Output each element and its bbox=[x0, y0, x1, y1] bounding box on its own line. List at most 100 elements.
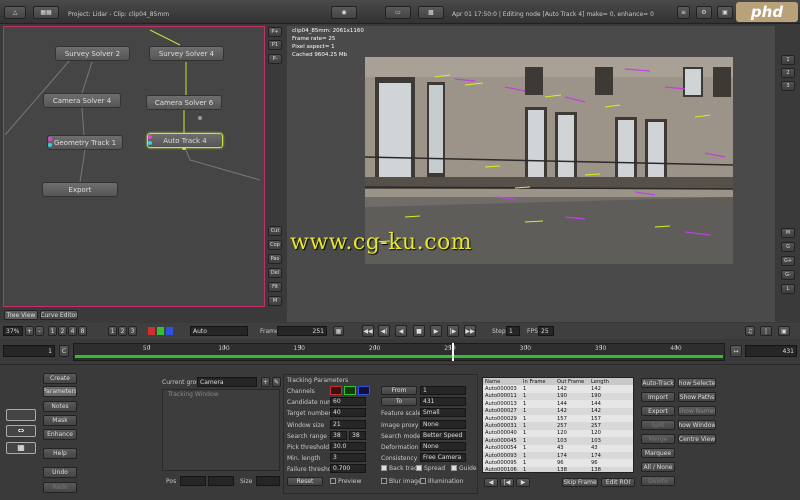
zoom-8-button[interactable]: 8 bbox=[78, 326, 87, 336]
tab-tree-view[interactable]: Tree View bbox=[4, 310, 38, 320]
blur-image-checkbox[interactable] bbox=[381, 478, 387, 484]
group-add-button[interactable]: + bbox=[261, 377, 270, 387]
table-row[interactable]: Auto000027 1 142 142 bbox=[483, 407, 633, 415]
table-row[interactable]: Auto000040 1 120 120 bbox=[483, 430, 633, 437]
fullscreen-icon[interactable]: ▣ bbox=[778, 326, 790, 336]
pos-x-field[interactable] bbox=[180, 476, 206, 486]
spread-checkbox[interactable] bbox=[416, 465, 422, 471]
export-button[interactable]: Export bbox=[641, 406, 675, 416]
side-btn-p-minus[interactable]: P- bbox=[268, 54, 282, 64]
side-btn-p1[interactable]: P1 bbox=[268, 40, 282, 50]
illumination-checkbox[interactable] bbox=[420, 478, 426, 484]
skip-frame-button[interactable]: Skip Frame bbox=[562, 478, 598, 487]
zoom-4-button[interactable]: 4 bbox=[68, 326, 77, 336]
view-btn-2[interactable]: 2 bbox=[781, 68, 795, 78]
table-row[interactable]: Auto000054 1 43 43 bbox=[483, 445, 633, 452]
seq-2-button[interactable]: 2 bbox=[118, 326, 127, 336]
centre-view-button[interactable]: Centre View bbox=[678, 434, 716, 444]
next-key-button[interactable]: |▶ bbox=[447, 325, 459, 337]
view-btn-g[interactable]: G bbox=[781, 242, 795, 252]
col-header-out[interactable]: Out Frame bbox=[555, 378, 589, 385]
preview-checkbox[interactable] bbox=[330, 478, 336, 484]
channel-r-toggle[interactable] bbox=[330, 386, 342, 395]
table-row[interactable]: Auto000011 1 190 190 bbox=[483, 392, 633, 401]
all-none-button[interactable]: All / None bbox=[641, 462, 675, 472]
parameters-button[interactable]: Parameters bbox=[43, 386, 77, 397]
redo-button[interactable]: Redo bbox=[43, 482, 77, 493]
fps-field[interactable]: 25 bbox=[538, 326, 554, 336]
search-range-b-field[interactable]: 38 bbox=[349, 431, 366, 440]
help-button[interactable]: Help bbox=[43, 448, 77, 459]
from-button[interactable]: From bbox=[381, 386, 417, 395]
table-prev-button[interactable]: ◀ bbox=[484, 478, 498, 487]
show-windows-button[interactable]: Show Windows bbox=[678, 420, 716, 430]
zoom-minus-button[interactable]: - bbox=[35, 326, 44, 336]
node-survey-solver-2[interactable]: Survey Solver 2 bbox=[55, 46, 130, 61]
view-btn-g-plus[interactable]: G+ bbox=[781, 256, 795, 266]
to-button[interactable]: To bbox=[381, 397, 417, 406]
timeline-end-field[interactable]: 431 bbox=[745, 345, 797, 357]
view-btn-3[interactable]: 3 bbox=[781, 81, 795, 91]
channel-green-icon[interactable] bbox=[157, 327, 164, 335]
side-btn-m[interactable]: M bbox=[268, 296, 282, 306]
side-btn-paste[interactable]: Pas bbox=[268, 254, 282, 264]
view-btn-1[interactable]: 1 bbox=[781, 55, 795, 65]
settings-icon[interactable]: ⚙ bbox=[696, 6, 712, 19]
failure-threshold-field[interactable]: 0.700 bbox=[330, 464, 366, 473]
timeline-end-button[interactable]: ↦ bbox=[730, 345, 742, 357]
view-btn-m[interactable]: M bbox=[781, 228, 795, 238]
channel-blue-icon[interactable] bbox=[166, 327, 173, 335]
back-track-checkbox[interactable] bbox=[381, 465, 387, 471]
consistency-select[interactable]: Free Camera bbox=[420, 453, 466, 462]
table-row[interactable]: Auto000106 1 138 138 bbox=[483, 466, 633, 472]
table-first-button[interactable]: |◀ bbox=[500, 478, 514, 487]
channel-g-toggle[interactable] bbox=[344, 386, 356, 395]
split-button[interactable]: Split bbox=[641, 420, 675, 430]
zoom-2-button[interactable]: 2 bbox=[58, 326, 67, 336]
timeline-start-button[interactable]: C bbox=[59, 345, 69, 357]
step-field[interactable]: 1 bbox=[506, 326, 520, 336]
node-auto-track-4[interactable]: Auto Track 4 bbox=[147, 133, 223, 148]
to-field[interactable]: 431 bbox=[420, 397, 466, 406]
node-geometry-track-1[interactable]: Geometry Track 1 bbox=[47, 135, 123, 150]
first-frame-button[interactable]: ◀◀ bbox=[362, 325, 374, 337]
last-frame-button[interactable]: ▶▶ bbox=[464, 325, 476, 337]
min-length-field[interactable]: 3 bbox=[330, 453, 366, 462]
film-view-button[interactable]: ▭ bbox=[385, 6, 411, 19]
step-back-button[interactable]: ◀ bbox=[395, 325, 407, 337]
notes-button[interactable]: Notes bbox=[43, 401, 77, 412]
tab-curve-editor[interactable]: Curve Editor bbox=[40, 310, 78, 320]
search-range-a-field[interactable]: 38 bbox=[330, 431, 347, 440]
side-btn-fit[interactable]: Fit bbox=[268, 282, 282, 292]
col-header-name[interactable]: Name bbox=[483, 378, 521, 385]
node-survey-solver-4[interactable]: Survey Solver 4 bbox=[149, 46, 224, 61]
tool-grid-icon[interactable]: ▦ bbox=[6, 442, 36, 454]
mask-button[interactable]: Mask bbox=[43, 415, 77, 426]
channel-b-toggle[interactable] bbox=[358, 386, 370, 395]
pos-y-field[interactable] bbox=[208, 476, 234, 486]
edit-roi-button[interactable]: Edit ROI bbox=[601, 478, 635, 487]
playhead[interactable] bbox=[452, 343, 454, 361]
side-btn-cut[interactable]: Cut bbox=[268, 226, 282, 236]
table-row[interactable]: Auto000093 1 174 174 bbox=[483, 451, 633, 460]
side-btn-copy[interactable]: Cop bbox=[268, 240, 282, 250]
prev-key-button[interactable]: ◀| bbox=[378, 325, 390, 337]
table-next-button[interactable]: ▶ bbox=[516, 478, 530, 487]
candidate-field[interactable]: 60 bbox=[330, 397, 366, 406]
tool-path-icon[interactable]: ⇔ bbox=[6, 425, 36, 437]
group-edit-button[interactable]: ✎ bbox=[272, 377, 281, 387]
zoom-field[interactable]: 37% bbox=[3, 326, 23, 336]
deformation-select[interactable]: None bbox=[420, 442, 466, 451]
tool-slider-icon[interactable] bbox=[6, 409, 36, 421]
table-row[interactable]: Auto000045 1 103 103 bbox=[483, 437, 633, 445]
timeline[interactable] bbox=[73, 343, 725, 361]
create-button[interactable]: Create bbox=[43, 373, 77, 384]
table-row[interactable]: Auto000095 1 96 96 bbox=[483, 459, 633, 466]
show-paths-button[interactable]: Show Paths bbox=[678, 392, 716, 402]
size-field[interactable] bbox=[256, 476, 280, 486]
timeline-start-field[interactable]: 1 bbox=[3, 345, 55, 357]
current-group-select[interactable]: Camera bbox=[197, 377, 257, 387]
export-view-button[interactable]: ▩ bbox=[418, 6, 444, 19]
image-proxy-select[interactable]: None bbox=[420, 420, 466, 429]
marquee-button[interactable]: Marquee bbox=[641, 448, 675, 458]
